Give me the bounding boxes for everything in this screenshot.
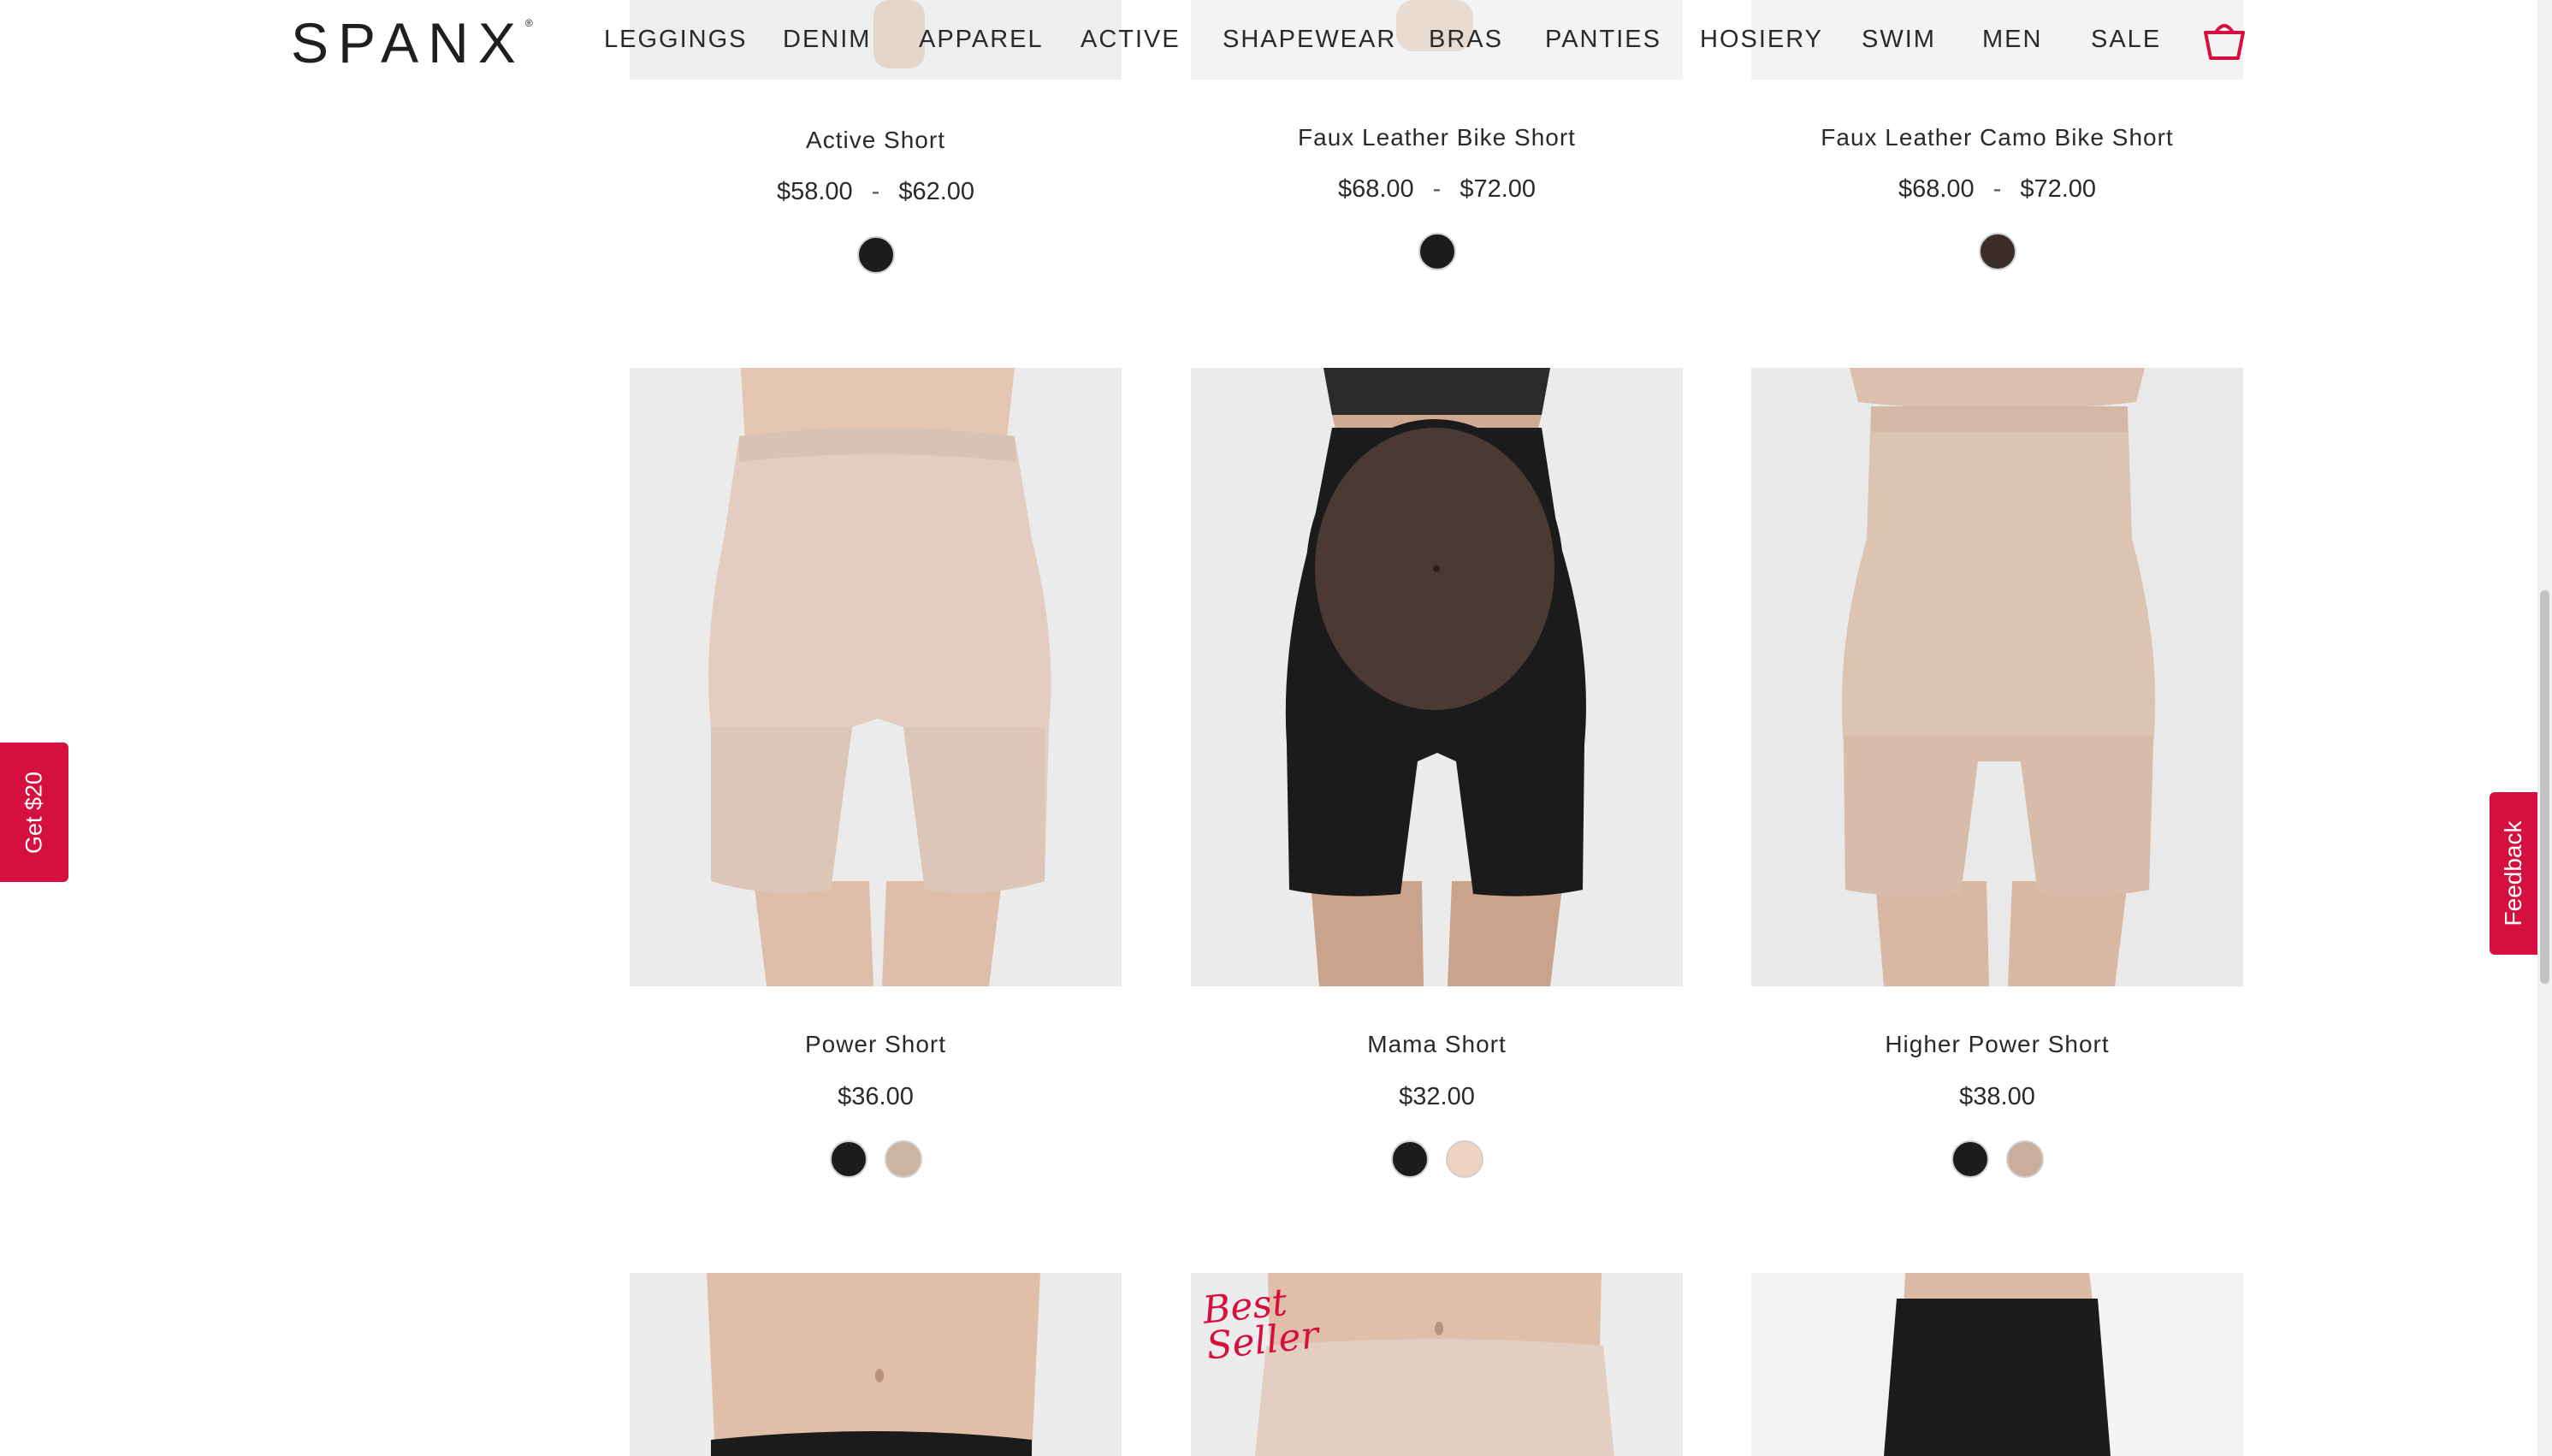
color-swatches: [630, 1140, 1122, 1178]
product-name[interactable]: Active Short: [630, 127, 1122, 154]
color-swatch[interactable]: [1978, 233, 2016, 270]
color-swatch[interactable]: [1951, 1140, 1989, 1178]
price-separator: -: [1432, 175, 1442, 203]
nav-item-bras[interactable]: BRAS: [1429, 26, 1503, 54]
product-image-higher-power-short[interactable]: [1751, 368, 2243, 986]
color-swatch[interactable]: [1418, 233, 1456, 270]
nav-item-shapewear[interactable]: SHAPEWEAR: [1223, 26, 1396, 54]
color-swatch[interactable]: [1445, 1140, 1483, 1178]
color-swatch[interactable]: [856, 236, 895, 274]
get-20-tab[interactable]: Get $20: [0, 743, 68, 882]
product-name[interactable]: Higher Power Short: [1751, 1031, 2243, 1058]
product-price: $68.00 - $72.00: [1751, 175, 2243, 204]
product-image-mama-short[interactable]: [1191, 368, 1683, 986]
color-swatch[interactable]: [884, 1140, 922, 1178]
product-price: $58.00 - $62.00: [630, 178, 1122, 206]
product-image-power-short[interactable]: [630, 368, 1122, 986]
price-low: $68.00: [1898, 175, 1975, 203]
product-name[interactable]: Faux Leather Bike Short: [1191, 124, 1683, 151]
price-high: $72.00: [2020, 175, 2097, 203]
nav-item-apparel[interactable]: APPAREL: [919, 26, 1044, 54]
product-price: $68.00 - $72.00: [1191, 175, 1683, 204]
feedback-tab[interactable]: Feedback: [2490, 792, 2537, 955]
shopping-bag-icon[interactable]: [2200, 17, 2248, 62]
product-image-bottom-left[interactable]: [630, 1273, 1122, 1456]
color-swatch[interactable]: [1390, 1140, 1429, 1178]
nav-item-panties[interactable]: PANTIES: [1545, 26, 1661, 54]
nav-item-swim[interactable]: SWIM: [1862, 26, 1936, 54]
nav-item-hosiery[interactable]: HOSIERY: [1700, 26, 1823, 54]
color-swatch[interactable]: [2005, 1140, 2044, 1178]
nav-item-denim[interactable]: DENIM: [783, 26, 871, 54]
scrollbar-thumb[interactable]: [2540, 590, 2549, 984]
price-low: $58.00: [776, 178, 853, 205]
badge-line-2: Seller: [1204, 1313, 1321, 1369]
product-name[interactable]: Faux Leather Camo Bike Short: [1751, 124, 2243, 151]
feedback-label: Feedback: [2500, 820, 2526, 926]
site-header: SPANX® LEGGINGS DENIM APPAREL ACTIVE SHA…: [0, 0, 2552, 86]
color-swatch[interactable]: [829, 1140, 867, 1178]
price-high: $72.00: [1460, 175, 1537, 203]
product-name[interactable]: Power Short: [630, 1031, 1122, 1058]
nav-item-sale[interactable]: SALE: [2091, 26, 2161, 54]
price-high: $62.00: [898, 178, 975, 205]
nav-item-active[interactable]: ACTIVE: [1081, 26, 1181, 54]
price-separator: -: [871, 178, 880, 205]
price-separator: -: [1992, 175, 2002, 203]
nav-item-men[interactable]: MEN: [1982, 26, 2042, 54]
main-nav: LEGGINGS DENIM APPAREL ACTIVE SHAPEWEAR …: [599, 0, 2267, 86]
product-price: $32.00: [1399, 1083, 1475, 1110]
product-image-bottom-right[interactable]: [1751, 1273, 2243, 1456]
logo-text: SPANX: [291, 11, 525, 74]
nav-item-leggings[interactable]: LEGGINGS: [604, 26, 748, 54]
product-price: $38.00: [1959, 1083, 2035, 1110]
color-swatches: [1751, 233, 2243, 270]
spanx-logo[interactable]: SPANX®: [291, 10, 533, 75]
color-swatches: [630, 236, 1122, 274]
product-name[interactable]: Mama Short: [1191, 1031, 1683, 1058]
color-swatches: [1191, 233, 1683, 270]
registered-mark: ®: [524, 17, 533, 29]
get-20-label: Get $20: [21, 771, 47, 855]
color-swatches: [1191, 1140, 1683, 1178]
product-price: $36.00: [838, 1083, 914, 1110]
best-seller-badge: Best Seller: [1200, 1281, 1321, 1369]
color-swatches: [1751, 1140, 2243, 1178]
price-low: $68.00: [1337, 175, 1414, 203]
